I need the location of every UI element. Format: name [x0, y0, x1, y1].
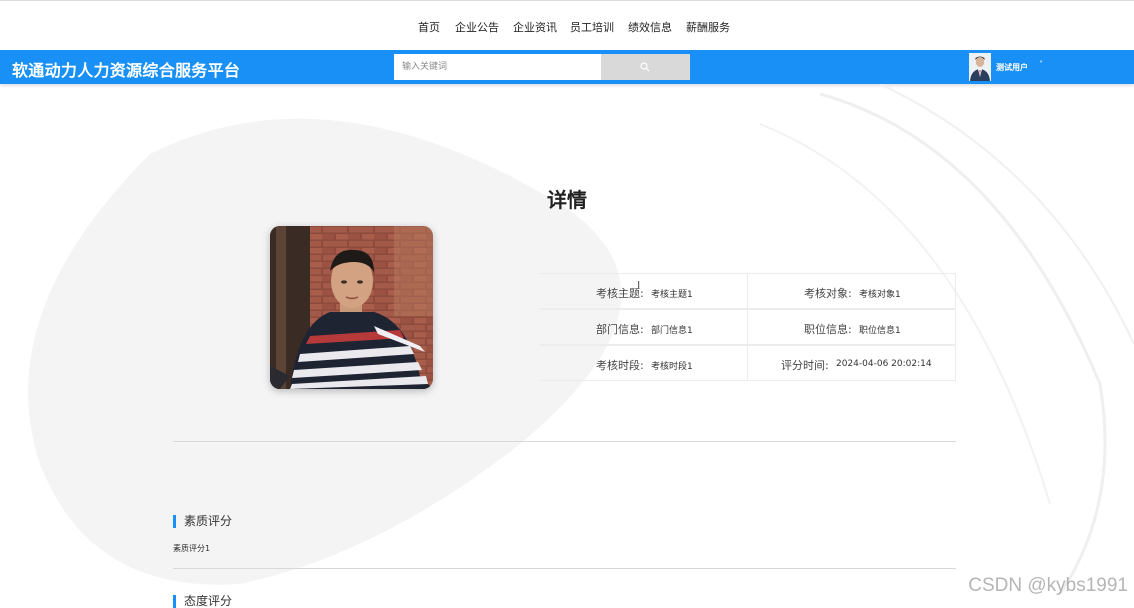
user-avatar[interactable]	[969, 53, 991, 81]
profile-photo	[270, 226, 433, 389]
detail-label: 部门信息:	[596, 323, 644, 336]
search-icon	[640, 62, 650, 72]
nav-item-training[interactable]: 员工培训	[570, 19, 614, 35]
detail-cell-assessment-topic: 考核主题: 考核主题1	[540, 273, 748, 309]
divider	[173, 568, 956, 569]
section-heading-quality-score: 素质评分	[173, 515, 232, 528]
section-value-quality-score: 素质评分1	[173, 544, 211, 553]
top-navigation: 首页 企业公告 企业资讯 员工培训 绩效信息 薪酬服务	[0, 0, 1134, 50]
text-cursor-icon: I	[637, 279, 641, 292]
detail-cell-scoring-time: 评分时间: 2024-04-06 20:02:14	[747, 345, 956, 381]
detail-table: 考核主题: 考核主题1 考核对象: 考核对象1 部门信息: 部门信息1 职位信息…	[540, 273, 956, 381]
detail-cell-position: 职位信息: 职位信息1	[747, 309, 956, 345]
nav-item-announcements[interactable]: 企业公告	[455, 19, 499, 35]
section-heading-attitude-score: 态度评分	[173, 595, 232, 608]
user-name[interactable]: 测试用户	[996, 62, 1028, 73]
detail-value: 考核时段1	[651, 362, 693, 372]
detail-value: 职位信息1	[859, 326, 901, 336]
header-bar: 软通动力人力资源综合服务平台 测试用户 ˅	[0, 50, 1134, 84]
detail-label: 职位信息:	[804, 323, 852, 336]
watermark: CSDN @kybs1991	[968, 575, 1128, 596]
nav-item-performance[interactable]: 绩效信息	[628, 19, 672, 35]
nav-item-home[interactable]: 首页	[418, 19, 440, 35]
detail-cell-assessment-period: 考核时段: 考核时段1	[540, 345, 748, 381]
detail-label: 考核对象:	[804, 287, 852, 300]
chevron-down-icon[interactable]: ˅	[1039, 60, 1043, 69]
search-input[interactable]	[394, 54, 601, 80]
detail-value: 2024-04-06 20:02:14	[836, 359, 932, 369]
nav-item-news[interactable]: 企业资讯	[513, 19, 557, 35]
detail-label: 考核时段:	[596, 359, 644, 372]
detail-label: 评分时间:	[781, 359, 829, 372]
detail-cell-assessment-target: 考核对象: 考核对象1	[747, 273, 956, 309]
site-brand[interactable]: 软通动力人力资源综合服务平台	[12, 57, 240, 81]
detail-value: 考核主题1	[651, 290, 693, 300]
divider	[173, 441, 956, 442]
search-button[interactable]	[601, 54, 690, 80]
detail-value: 部门信息1	[651, 326, 693, 336]
detail-cell-department: 部门信息: 部门信息1	[540, 309, 748, 345]
detail-value: 考核对象1	[859, 290, 901, 300]
nav-item-salary[interactable]: 薪酬服务	[686, 19, 730, 35]
page-title: 详情	[547, 188, 587, 212]
